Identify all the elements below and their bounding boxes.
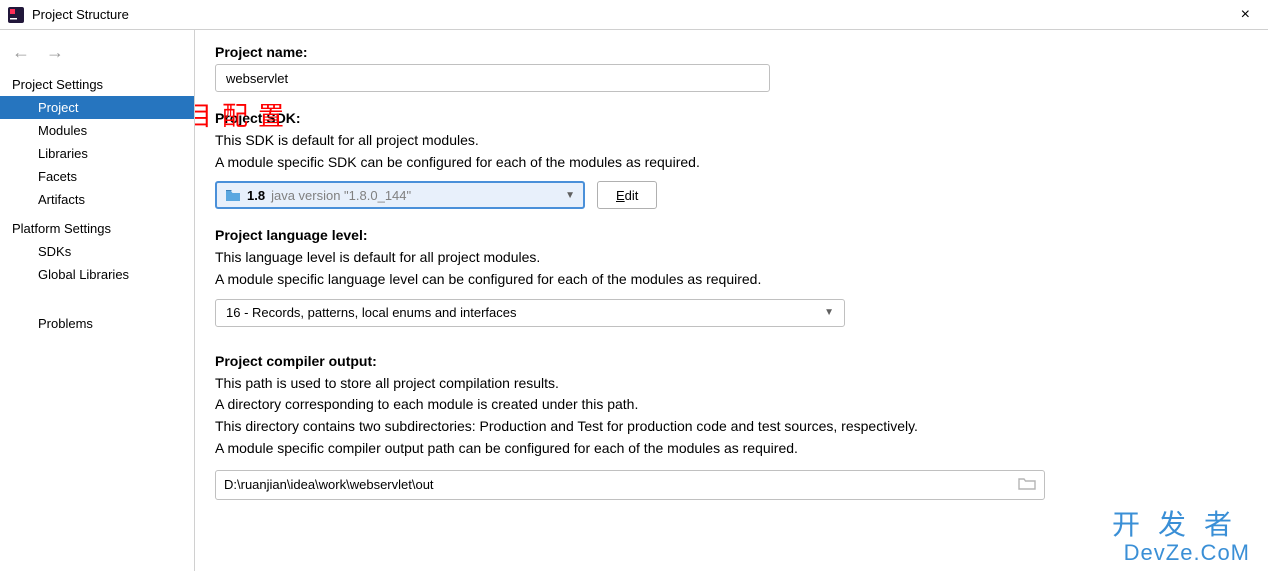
sidebar-item-label: Project xyxy=(38,100,78,115)
language-level-label: Project language level: xyxy=(215,227,1248,243)
sdk-desc-line: This SDK is default for all project modu… xyxy=(215,130,1248,152)
app-icon xyxy=(8,7,24,23)
chevron-down-icon: ▼ xyxy=(824,307,834,318)
sidebar-item-label: SDKs xyxy=(38,244,71,259)
sidebar-item-artifacts[interactable]: Artifacts xyxy=(0,188,194,211)
sidebar-item-sdks[interactable]: SDKs xyxy=(0,240,194,263)
back-icon[interactable]: ← xyxy=(12,42,30,63)
language-level-dropdown[interactable]: 16 - Records, patterns, local enums and … xyxy=(215,299,845,327)
out-desc-line: A module specific compiler output path c… xyxy=(215,438,1248,460)
sdk-value-secondary: java version "1.8.0_144" xyxy=(271,188,411,203)
sdk-dropdown[interactable]: 1.8 java version "1.8.0_144" ▼ xyxy=(215,181,585,209)
close-icon[interactable]: × xyxy=(1231,6,1260,24)
edit-button[interactable]: Edit xyxy=(597,181,657,209)
sidebar-item-global-libraries[interactable]: Global Libraries xyxy=(0,263,194,286)
content-panel: 项目配置 Project name: Project SDK: This SDK… xyxy=(195,30,1268,571)
watermark-en: DevZe.CoM xyxy=(1112,541,1250,565)
lang-desc-line: This language level is default for all p… xyxy=(215,247,1248,269)
folder-icon xyxy=(225,188,241,202)
lang-desc-line: A module specific language level can be … xyxy=(215,269,1248,291)
out-desc-line: This path is used to store all project c… xyxy=(215,373,1248,395)
section-platform-settings: Platform Settings xyxy=(0,217,194,240)
forward-icon[interactable]: → xyxy=(46,42,64,63)
project-sdk-label: Project SDK: xyxy=(215,110,1248,126)
sidebar-item-label: Facets xyxy=(38,169,77,184)
sidebar-item-label: Problems xyxy=(38,316,93,331)
sidebar: ← → Project Settings Project Modules Lib… xyxy=(0,30,195,571)
sidebar-item-project[interactable]: Project xyxy=(0,96,194,119)
project-name-input[interactable] xyxy=(215,64,770,92)
sidebar-item-problems[interactable]: Problems xyxy=(0,312,194,335)
sidebar-item-label: Artifacts xyxy=(38,192,85,207)
section-project-settings: Project Settings xyxy=(0,73,194,96)
compiler-output-input[interactable]: D:\ruanjian\idea\work\webservlet\out xyxy=(215,470,1045,500)
sidebar-item-label: Global Libraries xyxy=(38,267,129,282)
sidebar-item-facets[interactable]: Facets xyxy=(0,165,194,188)
nav-arrows: ← → xyxy=(0,38,194,73)
language-level-value: 16 - Records, patterns, local enums and … xyxy=(226,305,516,320)
title-bar: Project Structure × xyxy=(0,0,1268,30)
out-desc-line: This directory contains two subdirectori… xyxy=(215,416,1248,438)
compiler-output-label: Project compiler output: xyxy=(215,353,1248,369)
watermark-cn: 开发者 xyxy=(1112,510,1250,541)
sdk-value-primary: 1.8 xyxy=(247,188,265,203)
compiler-output-value: D:\ruanjian\idea\work\webservlet\out xyxy=(224,477,1018,492)
chevron-down-icon: ▼ xyxy=(565,190,575,201)
sidebar-item-modules[interactable]: Modules xyxy=(0,119,194,142)
browse-folder-icon[interactable] xyxy=(1018,476,1036,493)
watermark: 开发者 DevZe.CoM xyxy=(1112,510,1250,565)
out-desc-line: A directory corresponding to each module… xyxy=(215,394,1248,416)
sidebar-item-label: Libraries xyxy=(38,146,88,161)
sdk-desc-line: A module specific SDK can be configured … xyxy=(215,152,1248,174)
sidebar-item-libraries[interactable]: Libraries xyxy=(0,142,194,165)
window-title: Project Structure xyxy=(32,7,129,22)
sidebar-item-label: Modules xyxy=(38,123,87,138)
project-name-label: Project name: xyxy=(215,44,1248,60)
